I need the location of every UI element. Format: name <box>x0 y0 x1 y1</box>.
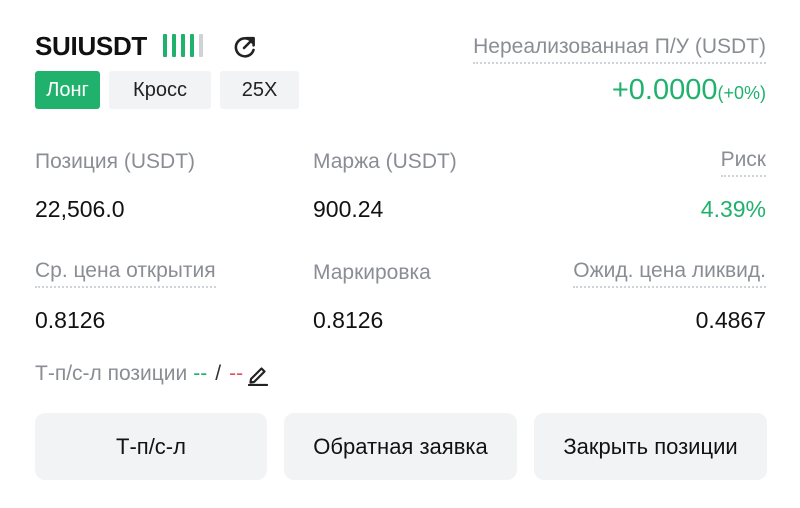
margin-value: 900.24 <box>313 196 384 222</box>
unrealized-pnl-label[interactable]: Нереализованная П/У (USDT) <box>473 35 766 64</box>
tpsl-separator: / <box>215 362 222 385</box>
unrealized-pnl-value: +0.0000 <box>611 74 718 106</box>
liquidation-price-label[interactable]: Ожид. цена ликвид. <box>573 259 766 288</box>
signal-bar <box>181 34 185 57</box>
pencil-icon[interactable] <box>246 362 270 386</box>
close-positions-button[interactable]: Закрыть позиции <box>534 413 767 480</box>
position-tpsl: Т-п/с-л позиции -- / -- <box>35 362 270 386</box>
margin-mode-badge[interactable]: Кросс <box>109 71 211 109</box>
risk-value: 4.39% <box>700 196 766 222</box>
signal-bar <box>190 34 194 57</box>
signal-bar <box>163 34 167 57</box>
signal-bar <box>199 34 203 57</box>
reverse-order-button[interactable]: Обратная заявка <box>284 413 517 480</box>
entry-price-label[interactable]: Ср. цена открытия <box>35 259 216 288</box>
take-profit-value: -- <box>193 362 208 385</box>
signal-bar <box>172 34 176 57</box>
risk-label[interactable]: Риск <box>720 148 766 177</box>
side-badge: Лонг <box>35 71 100 109</box>
share-icon[interactable] <box>231 33 259 61</box>
tpsl-button[interactable]: Т-п/с-л <box>35 413 267 480</box>
unrealized-pnl-percent: (+0%) <box>717 83 766 103</box>
entry-price-value: 0.8126 <box>35 307 106 333</box>
leverage-badge[interactable]: 25X <box>220 71 299 109</box>
position-size-label: Позиция (USDT) <box>35 150 196 173</box>
margin-label: Маржа (USDT) <box>313 150 457 173</box>
tpsl-label: Т-п/с-л позиции <box>35 362 188 385</box>
stop-loss-value: -- <box>229 362 244 385</box>
position-size-value: 22,506.0 <box>35 196 125 222</box>
signal-bars-icon <box>163 34 203 57</box>
symbol-title[interactable]: SUIUSDT <box>35 31 147 62</box>
mark-price-label: Маркировка <box>313 261 431 284</box>
liquidation-price-value: 0.4867 <box>695 307 766 333</box>
unrealized-pnl: +0.0000(+0%) <box>612 74 766 107</box>
mark-price-value: 0.8126 <box>313 307 384 333</box>
